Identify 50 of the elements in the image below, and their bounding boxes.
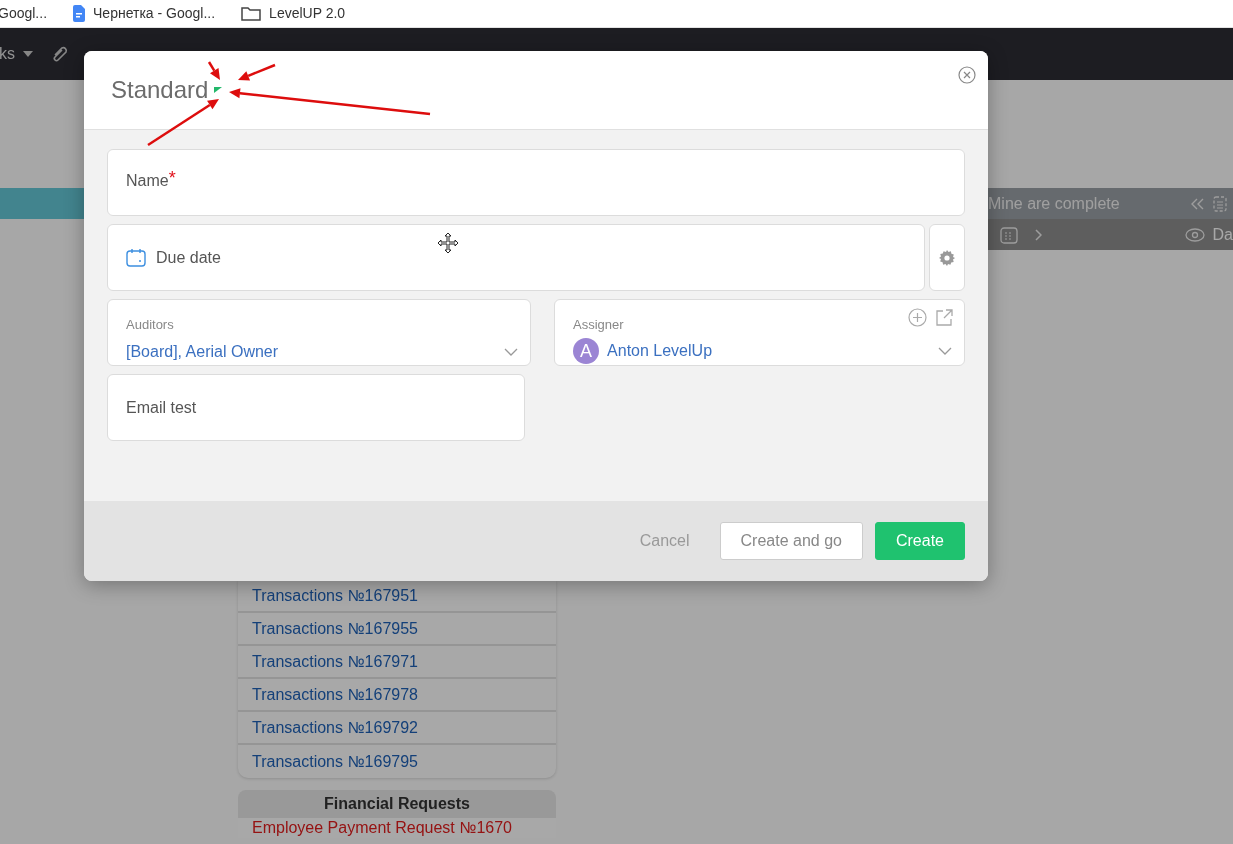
field-placeholder: Name (126, 171, 169, 191)
calendar-icon[interactable] (1000, 225, 1018, 244)
bookmark-link[interactable]: LevelUP 2.0 (269, 3, 346, 24)
field-label: Auditors (126, 316, 174, 334)
chevron-down-icon[interactable] (938, 347, 952, 355)
document-icon (73, 5, 86, 22)
input-field[interactable]: Email test (107, 374, 525, 441)
transaction-link[interactable]: Transactions №169792 (238, 712, 556, 745)
marker-icon (214, 87, 223, 93)
action-button[interactable]: Create and go (719, 522, 863, 560)
folder-icon (241, 6, 262, 21)
transaction-link[interactable]: Transactions №167955 (238, 613, 556, 646)
required-asterisk: * (168, 167, 176, 190)
section-header: Financial Requests (238, 790, 556, 818)
annotation-arrow (207, 61, 220, 80)
action-button[interactable]: Create (874, 522, 965, 560)
annotation-arrow (147, 99, 219, 147)
column-label: Da (1212, 224, 1233, 245)
transaction-link[interactable]: Transactions №167978 (238, 679, 556, 712)
annotation-arrow (238, 63, 276, 81)
panel-title: Mine are complete (988, 193, 1120, 214)
chevron-down-icon[interactable] (504, 348, 519, 356)
grid-icon[interactable] (1213, 195, 1227, 212)
field-label: Assigner (573, 316, 624, 334)
nav-menu-item[interactable]: ks (0, 42, 33, 66)
settings-button[interactable] (929, 224, 965, 291)
input-field[interactable]: Name* (107, 149, 965, 216)
field-placeholder: Email test (126, 397, 197, 418)
calendar-icon (126, 248, 146, 267)
select-field[interactable]: Assigner A Anton LevelUp (554, 299, 965, 366)
chevron-right-icon[interactable] (1034, 228, 1042, 241)
external-link-icon[interactable] (935, 308, 954, 327)
bookmark-link[interactable]: Чернетка - Googl... (93, 3, 216, 24)
transaction-link[interactable]: Transactions №167971 (238, 646, 556, 679)
collapse-icon[interactable] (1189, 197, 1205, 210)
add-icon[interactable] (908, 308, 927, 327)
dialog-title: Standard (111, 75, 209, 105)
request-link[interactable]: Employee Payment Request №1670 (238, 818, 556, 838)
field-value: Anton LevelUp (607, 341, 713, 361)
caret-icon (23, 51, 33, 57)
eye-icon[interactable] (1184, 227, 1205, 242)
field-placeholder: Due date (156, 247, 221, 268)
field-value: [Board], Aerial Owner (126, 342, 279, 362)
select-field[interactable]: Auditors [Board], Aerial Owner (107, 299, 532, 366)
avatar-icon: A (573, 338, 600, 364)
input-field[interactable]: Due date (107, 224, 925, 291)
move-cursor-icon (437, 232, 459, 254)
transaction-link[interactable]: Transactions №169795 (238, 745, 556, 778)
gear-icon (938, 248, 956, 267)
cancel-button[interactable]: Cancel (621, 523, 708, 559)
